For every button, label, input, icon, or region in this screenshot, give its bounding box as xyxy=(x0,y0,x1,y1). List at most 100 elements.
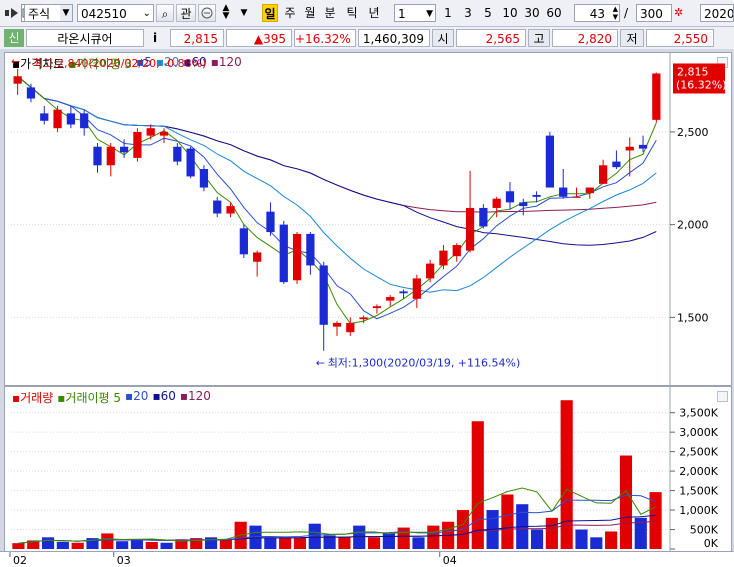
chevron-down-icon[interactable]: ▼ xyxy=(60,5,72,21)
candle xyxy=(53,109,62,129)
candle xyxy=(159,131,169,136)
dropdown-arrow-icon[interactable]: ▼ xyxy=(238,4,250,22)
candle xyxy=(239,228,248,255)
volume-bar xyxy=(530,529,544,549)
y-tick-label: 0K xyxy=(704,537,719,550)
y-tick-label: 1,500 xyxy=(677,311,709,324)
stock-code-input[interactable]: 042510 ⌄ xyxy=(77,4,154,22)
settings-icon[interactable]: ✲ xyxy=(674,4,690,22)
volume-bar xyxy=(649,492,662,549)
volume-chart: 0K500K 1,000K 1,500K 2,000K 2,500K 3,000K 3,50… xyxy=(11,387,719,551)
candle xyxy=(346,322,355,333)
stock-name[interactable]: 라온시큐어 xyxy=(26,29,144,47)
last-price-tag-value: 2,815 xyxy=(677,65,709,78)
display-count-input[interactable]: 43 ▲ ▼ xyxy=(574,4,620,22)
interval-3[interactable]: 3 xyxy=(462,4,474,22)
candle xyxy=(226,206,235,214)
candle xyxy=(572,196,581,198)
interval-10[interactable]: 10 xyxy=(502,4,518,22)
candle xyxy=(519,202,528,207)
candle xyxy=(372,306,382,309)
candle xyxy=(332,322,342,327)
candle xyxy=(492,198,501,208)
ma5-line xyxy=(17,75,657,320)
date-input[interactable]: 2020/ xyxy=(700,4,734,22)
search-button[interactable]: ⌕ xyxy=(156,4,174,22)
high-annotation: 최고:2,840(2020/02/20, -0.88%) xyxy=(33,57,206,70)
period-year[interactable]: 년 xyxy=(366,4,382,22)
volume-bar xyxy=(130,540,144,549)
menu-icon[interactable] xyxy=(4,4,20,22)
candle xyxy=(359,317,368,320)
price-change: ▲395 xyxy=(226,29,292,47)
candle xyxy=(559,187,568,197)
y-tick-label: 1,000K xyxy=(679,504,718,517)
y-tick-label: 3,000K xyxy=(679,426,718,439)
candle xyxy=(625,146,634,151)
y-tick-label: 500K xyxy=(690,524,719,537)
interval-30[interactable]: 30 xyxy=(524,4,540,22)
new-badge: 신 xyxy=(4,29,24,47)
info-icon[interactable]: i xyxy=(148,29,162,47)
period-day[interactable]: 일 xyxy=(262,4,278,22)
candle xyxy=(386,296,395,301)
market-select-label: 주식 xyxy=(28,7,51,21)
interval-5[interactable]: 5 xyxy=(482,4,494,22)
high-label: 고 xyxy=(528,29,550,47)
volume-bar xyxy=(264,537,277,549)
link-icon[interactable] xyxy=(198,4,216,22)
period-month[interactable]: 월 xyxy=(302,4,318,22)
candle xyxy=(13,76,22,84)
candle xyxy=(412,278,421,299)
period-minute[interactable]: 분 xyxy=(322,4,338,22)
period-week[interactable]: 주 xyxy=(282,4,298,22)
x-tick-label: 02 xyxy=(13,554,27,567)
price-chart-panel[interactable]: ▪가격차트 ▪가격이평 3 ▪5 ▪20 ▪60 ▪120 1,500 2,000… xyxy=(4,52,732,386)
volume-bar xyxy=(367,537,381,549)
candle xyxy=(279,224,288,283)
interval-60[interactable]: 60 xyxy=(546,4,562,22)
interval-select[interactable]: 1 ▼ xyxy=(394,4,436,22)
vol-ma5-line xyxy=(18,487,656,544)
volume-bar xyxy=(145,541,158,549)
volume-bar xyxy=(575,529,588,549)
candle xyxy=(612,161,621,168)
candle xyxy=(585,187,594,194)
y-tick-label: 1,500K xyxy=(679,485,718,498)
candle xyxy=(319,265,328,325)
market-select[interactable]: 주식 ▼ xyxy=(24,4,73,22)
low-arrow-icon: ← xyxy=(316,356,325,369)
related-button[interactable]: 관 xyxy=(176,4,196,22)
volume-bar xyxy=(397,527,410,549)
volume-value: 1,460,309 xyxy=(358,29,430,47)
period-tick[interactable]: 틱 xyxy=(344,4,360,22)
up-down-spinner-icon[interactable]: ▲ ▼ xyxy=(218,4,234,22)
candle xyxy=(426,263,435,279)
total-count-input[interactable]: 300 xyxy=(636,4,672,22)
volume-bar xyxy=(338,537,351,549)
low-price: 2,550 xyxy=(646,29,714,47)
y-tick-label: 2,000K xyxy=(679,465,718,478)
candle xyxy=(199,169,209,188)
volume-bar xyxy=(219,539,232,549)
candle xyxy=(266,211,275,233)
volume-chart-panel[interactable]: ▪거래량 ▪거래이평 5 ▪20 ▪60 ▪120 0K 500K 1,000K 1,… xyxy=(4,386,732,552)
low-label: 저 xyxy=(620,29,644,47)
spinner-icon[interactable]: ▲ ▼ xyxy=(613,5,618,21)
x-tick-label: 04 xyxy=(443,554,457,567)
candle xyxy=(253,252,262,262)
candle xyxy=(173,146,182,162)
volume-bar xyxy=(101,533,114,549)
interval-1[interactable]: 1 xyxy=(442,4,454,22)
x-axis: 02 03 04 xyxy=(0,551,734,567)
volume-bar xyxy=(560,400,573,549)
volume-bar xyxy=(56,541,69,549)
volume-bar xyxy=(116,541,129,549)
candle xyxy=(439,250,448,266)
candle xyxy=(638,144,648,149)
display-count-value: 43 xyxy=(589,7,605,21)
y-tick-label: 2,500K xyxy=(679,446,718,459)
chevron-down-icon[interactable]: ▼ xyxy=(426,5,433,21)
chevron-down-icon[interactable]: ⌄ xyxy=(143,5,151,21)
candle xyxy=(26,87,36,99)
